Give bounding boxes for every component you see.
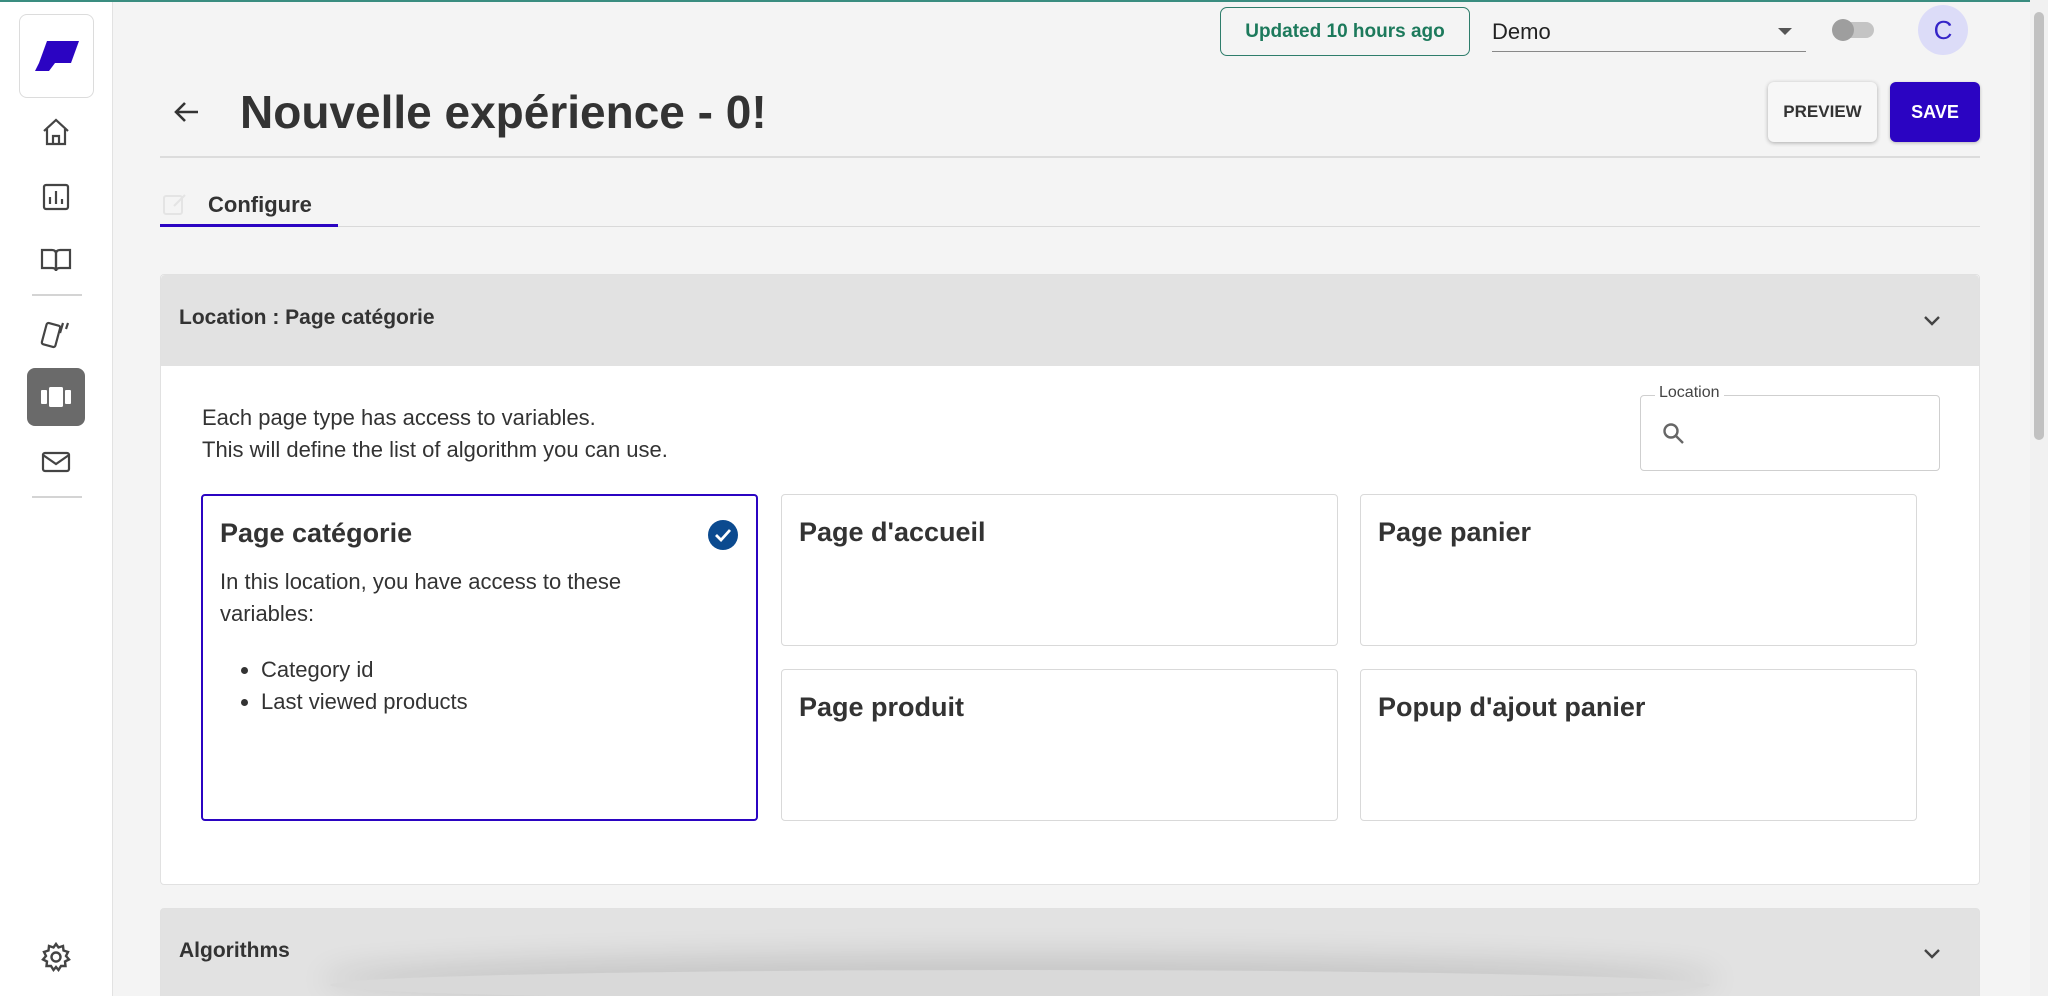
- sidebar-item-mail[interactable]: [27, 433, 85, 491]
- location-card-page-panier[interactable]: Page panier: [1360, 494, 1917, 646]
- mail-icon: [41, 451, 71, 473]
- sidebar-item-experiences[interactable]: [27, 368, 85, 426]
- variable-item: Last viewed products: [261, 686, 468, 718]
- location-search-label: Location: [1655, 384, 1724, 402]
- location-card-title: Popup d'ajout panier: [1378, 692, 1646, 722]
- location-card-page-categorie[interactable]: Page catégorie In this location, you hav…: [201, 494, 758, 821]
- toggle-knob: [1832, 19, 1854, 41]
- mode-toggle[interactable]: [1832, 19, 1874, 41]
- edit-icon: [163, 194, 186, 215]
- tab-label: Configure: [208, 192, 312, 217]
- location-search-field[interactable]: Location: [1640, 384, 1940, 471]
- carousel-icon: [41, 387, 71, 407]
- algorithms-accordion-title: Algorithms: [179, 939, 290, 962]
- project-select-value: Demo: [1492, 18, 1551, 44]
- location-card-title: Page catégorie: [220, 518, 413, 548]
- location-search-input[interactable]: [1697, 414, 1927, 452]
- sidebar-item-settings[interactable]: [27, 928, 85, 986]
- location-description: Each page type has access to variables. …: [202, 402, 668, 466]
- book-icon: [40, 248, 72, 272]
- variables-list: Category id Last viewed products: [261, 654, 468, 718]
- check-circle-icon: [708, 520, 738, 550]
- floating-panel-shadow: [330, 970, 1710, 996]
- description-line: Each page type has access to variables.: [202, 405, 596, 430]
- location-card-popup-ajout-panier[interactable]: Popup d'ajout panier: [1360, 669, 1917, 821]
- location-accordion-title: Location : Page catégorie: [179, 306, 435, 329]
- back-button[interactable]: [170, 95, 204, 129]
- chevron-down-icon: [1924, 316, 1940, 326]
- description-line: This will define the list of algorithm y…: [202, 437, 668, 462]
- chevron-down-icon: [1924, 949, 1940, 959]
- preview-button[interactable]: PREVIEW: [1768, 82, 1877, 142]
- settings-icon: [41, 941, 71, 973]
- scrollbar-thumb[interactable]: [2034, 12, 2044, 440]
- caret-down-icon: [1778, 28, 1792, 35]
- avatar[interactable]: C: [1918, 5, 1968, 55]
- header-divider: [160, 156, 1980, 158]
- cards-icon: [40, 321, 70, 349]
- sidebar-item-documentation[interactable]: [27, 231, 85, 289]
- sidebar-item-home[interactable]: [27, 103, 85, 161]
- page-title: Nouvelle expérience - 0!: [240, 86, 764, 138]
- logo-icon: [34, 41, 79, 71]
- location-card-page-accueil[interactable]: Page d'accueil: [781, 494, 1338, 646]
- tabs-divider: [160, 226, 1980, 227]
- sidebar-item-analytics[interactable]: [27, 168, 85, 226]
- search-icon: [1663, 423, 1684, 444]
- save-button[interactable]: SAVE: [1890, 82, 1980, 142]
- arrow-left-icon: [174, 102, 198, 122]
- sidebar-item-cards[interactable]: [27, 304, 85, 362]
- project-select[interactable]: Demo: [1492, 12, 1806, 52]
- sidebar-divider: [32, 294, 82, 296]
- variable-item: Category id: [261, 654, 468, 686]
- top-accent-line: [0, 0, 2048, 2]
- location-accordion-header[interactable]: Location : Page catégorie: [161, 275, 1979, 366]
- location-card-title: Page panier: [1378, 517, 1532, 547]
- tab-active-indicator: [160, 224, 338, 227]
- tab-configure[interactable]: Configure: [160, 186, 338, 227]
- home-icon: [43, 118, 69, 146]
- logo[interactable]: [19, 14, 94, 98]
- sidebar-divider: [32, 496, 82, 498]
- sidebar: [0, 2, 113, 996]
- location-card-text: In this location, you have access to the…: [220, 569, 622, 626]
- location-card-page-produit[interactable]: Page produit: [781, 669, 1338, 821]
- location-card-title: Page d'accueil: [799, 517, 986, 547]
- analytics-icon: [42, 183, 70, 211]
- location-accordion: Location : Page catégorie Each page type…: [160, 274, 1980, 885]
- updated-status-button[interactable]: Updated 10 hours ago: [1220, 7, 1470, 56]
- location-card-title: Page produit: [799, 692, 965, 722]
